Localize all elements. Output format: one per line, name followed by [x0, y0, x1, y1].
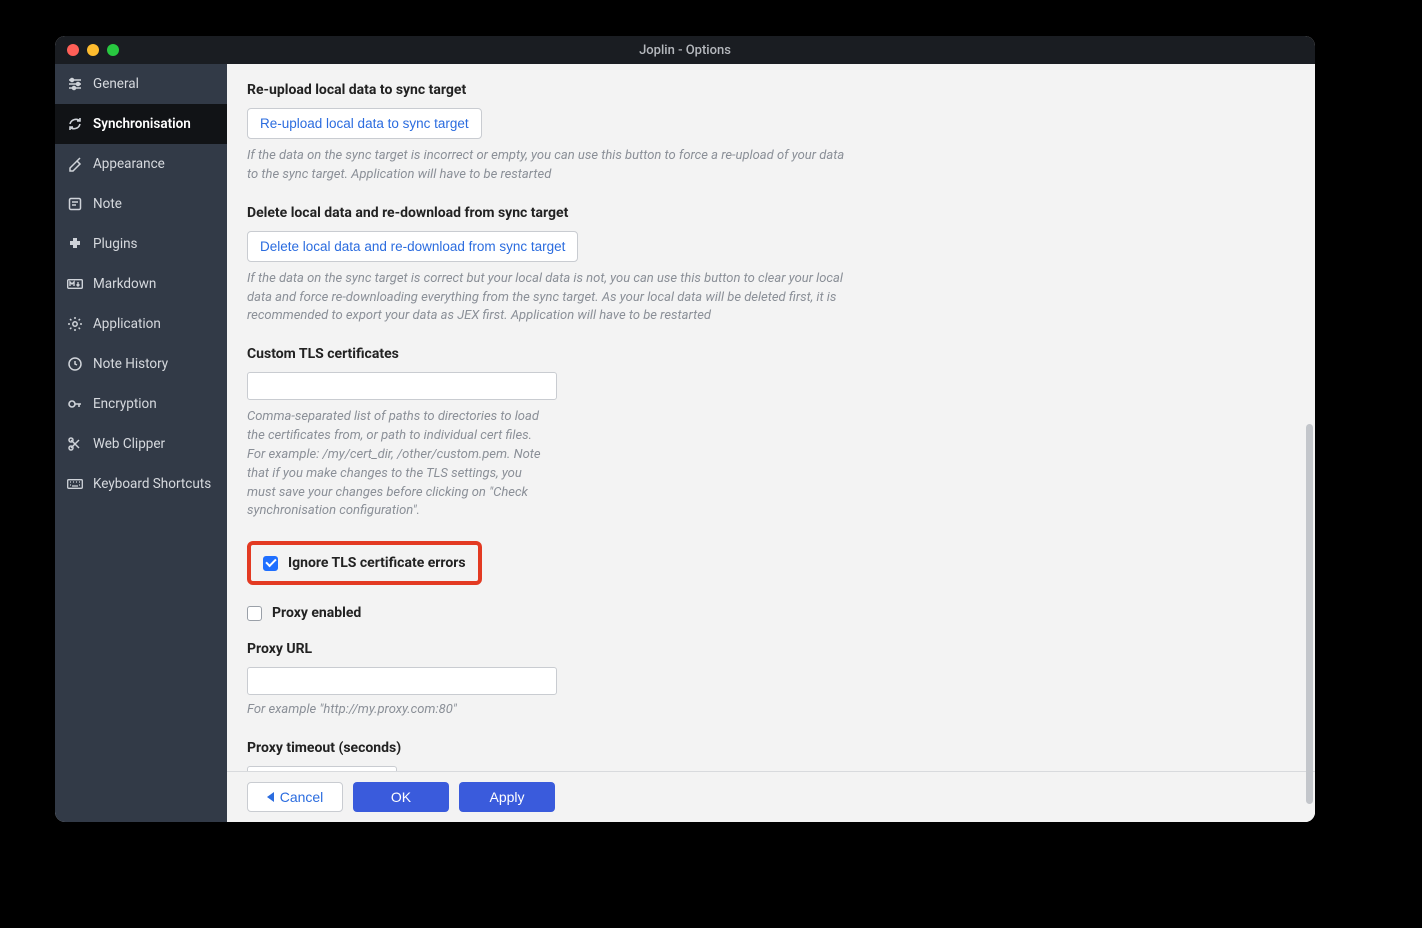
sidebar-item-label: Markdown: [93, 276, 156, 292]
tls-cert-input[interactable]: [247, 372, 557, 400]
zoom-window-button[interactable]: [107, 44, 119, 56]
proxy-enabled-row: Proxy enabled: [247, 605, 1295, 621]
gear-icon: [67, 316, 83, 332]
tls-title: Custom TLS certificates: [247, 346, 1295, 362]
proxy-enabled-checkbox[interactable]: [247, 606, 262, 621]
sidebar-item-label: Synchronisation: [93, 116, 191, 132]
paint-icon: [67, 156, 83, 172]
sidebar-item-appearance[interactable]: Appearance: [55, 144, 227, 184]
window-controls: [55, 44, 119, 56]
proxy-url-desc: For example "http://my.proxy.com:80": [247, 701, 857, 720]
ignore-tls-label: Ignore TLS certificate errors: [288, 555, 466, 571]
section-proxy-enabled: Proxy enabled: [247, 605, 1295, 621]
sidebar-item-keyboard-shortcuts[interactable]: Keyboard Shortcuts: [55, 464, 227, 504]
cancel-button[interactable]: Cancel: [247, 782, 343, 812]
scrollbar-thumb[interactable]: [1306, 424, 1313, 804]
plugin-icon: [67, 236, 83, 252]
sidebar-item-synchronisation[interactable]: Synchronisation: [55, 104, 227, 144]
sync-icon: [67, 116, 83, 132]
section-delete: Delete local data and re-download from s…: [247, 205, 1295, 327]
ignore-tls-row: Ignore TLS certificate errors: [263, 555, 466, 571]
sidebar-item-general[interactable]: General: [55, 64, 227, 104]
sidebar-item-note-history[interactable]: Note History: [55, 344, 227, 384]
settings-scroll[interactable]: Re-upload local data to sync target Re-u…: [227, 64, 1315, 771]
proxy-timeout-title: Proxy timeout (seconds): [247, 740, 1295, 756]
content-area: Re-upload local data to sync target Re-u…: [227, 64, 1315, 822]
delete-desc: If the data on the sync target is correc…: [247, 270, 857, 327]
keyboard-icon: [67, 476, 83, 492]
close-window-button[interactable]: [67, 44, 79, 56]
sidebar-item-label: Plugins: [93, 236, 138, 252]
sidebar-item-note[interactable]: Note: [55, 184, 227, 224]
button-label: Cancel: [280, 789, 324, 805]
sidebar: General Synchronisation Appearance Note: [55, 64, 227, 822]
minimize-window-button[interactable]: [87, 44, 99, 56]
note-icon: [67, 196, 83, 212]
reupload-button[interactable]: Re-upload local data to sync target: [247, 108, 482, 139]
sidebar-item-application[interactable]: Application: [55, 304, 227, 344]
ok-button[interactable]: OK: [353, 782, 449, 812]
history-icon: [67, 356, 83, 372]
delete-title: Delete local data and re-download from s…: [247, 205, 1295, 221]
button-label: Re-upload local data to sync target: [260, 116, 469, 131]
section-ignore-tls: Ignore TLS certificate errors: [247, 541, 1295, 585]
window-body: General Synchronisation Appearance Note: [55, 64, 1315, 822]
delete-redownload-button[interactable]: Delete local data and re-download from s…: [247, 231, 578, 262]
sidebar-item-plugins[interactable]: Plugins: [55, 224, 227, 264]
highlight-box: Ignore TLS certificate errors: [247, 541, 482, 585]
button-label: Delete local data and re-download from s…: [260, 239, 565, 254]
options-window: Joplin - Options General Synchronisation…: [55, 36, 1315, 822]
section-reupload: Re-upload local data to sync target Re-u…: [247, 82, 1295, 185]
titlebar: Joplin - Options: [55, 36, 1315, 64]
key-icon: [67, 396, 83, 412]
ignore-tls-checkbox[interactable]: [263, 556, 278, 571]
sidebar-item-label: General: [93, 76, 139, 92]
proxy-enabled-label: Proxy enabled: [272, 605, 361, 621]
markdown-icon: [67, 276, 83, 292]
window-title: Joplin - Options: [55, 43, 1315, 58]
sidebar-item-web-clipper[interactable]: Web Clipper: [55, 424, 227, 464]
sidebar-item-label: Application: [93, 316, 161, 332]
proxy-url-title: Proxy URL: [247, 641, 1295, 657]
proxy-url-input[interactable]: [247, 667, 557, 695]
sliders-icon: [67, 76, 83, 92]
sidebar-item-encryption[interactable]: Encryption: [55, 384, 227, 424]
sidebar-item-label: Web Clipper: [93, 436, 165, 452]
button-label: Apply: [489, 789, 524, 805]
footer: Cancel OK Apply: [227, 771, 1315, 822]
reupload-desc: If the data on the sync target is incorr…: [247, 147, 857, 185]
chevron-left-icon: [267, 792, 274, 802]
sidebar-item-markdown[interactable]: Markdown: [55, 264, 227, 304]
apply-button[interactable]: Apply: [459, 782, 555, 812]
reupload-title: Re-upload local data to sync target: [247, 82, 1295, 98]
sidebar-item-label: Keyboard Shortcuts: [93, 476, 211, 492]
tls-desc: Comma-separated list of paths to directo…: [247, 408, 547, 521]
section-tls: Custom TLS certificates Comma-separated …: [247, 346, 1295, 521]
sidebar-item-label: Appearance: [93, 156, 165, 172]
sidebar-item-label: Note: [93, 196, 122, 212]
section-proxy-timeout: Proxy timeout (seconds): [247, 740, 1295, 771]
button-label: OK: [391, 789, 411, 805]
sidebar-item-label: Encryption: [93, 396, 157, 412]
section-proxy-url: Proxy URL For example "http://my.proxy.c…: [247, 641, 1295, 720]
clipper-icon: [67, 436, 83, 452]
sidebar-item-label: Note History: [93, 356, 168, 372]
